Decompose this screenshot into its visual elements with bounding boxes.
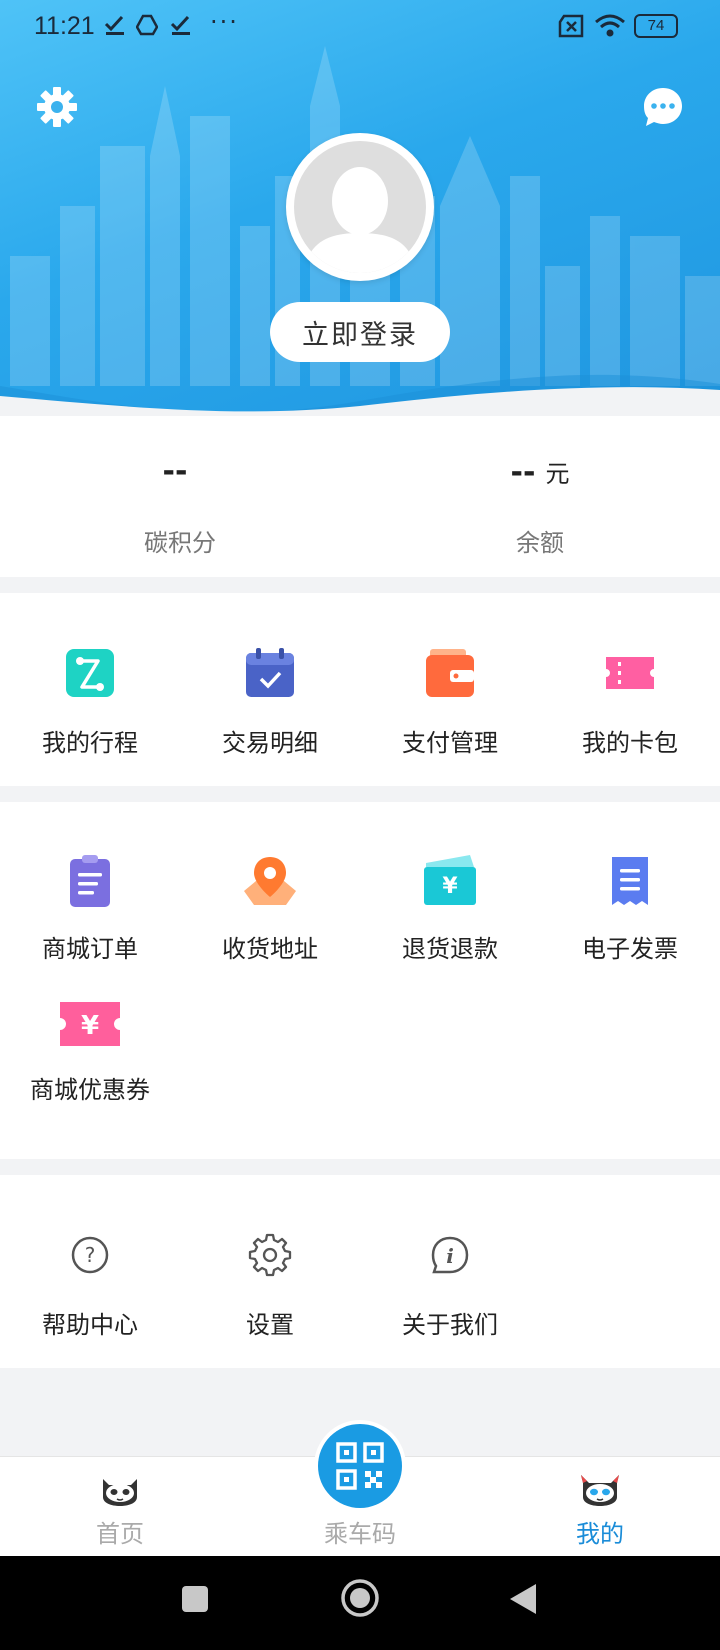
svg-text:¥: ¥ xyxy=(81,1011,99,1041)
drive-icon xyxy=(136,14,158,36)
menu-mall-orders[interactable]: 商城订单 xyxy=(0,802,180,982)
support-section: ? 帮助中心 设置 i 关于我们 xyxy=(0,1175,720,1368)
invoice-icon xyxy=(612,857,648,905)
location-icon xyxy=(244,857,296,905)
menu-about-us[interactable]: i 关于我们 xyxy=(360,1175,540,1368)
home-mascot-icon xyxy=(103,1479,137,1506)
menu-label: 退货退款 xyxy=(402,935,498,963)
nav-mine[interactable]: 我的 xyxy=(480,1457,720,1557)
system-navigation-bar xyxy=(0,1556,720,1650)
sim-off-icon xyxy=(558,14,584,38)
profile-header: 11:21 ··· 74 立即登录 xyxy=(0,0,720,416)
avatar[interactable] xyxy=(286,133,434,281)
settings-gear-icon[interactable] xyxy=(36,86,78,128)
carbon-points-stat[interactable]: -- 碳积分 xyxy=(0,416,360,577)
nav-label: 我的 xyxy=(576,1520,624,1548)
check-download-icon xyxy=(170,15,190,35)
balance-label: 余额 xyxy=(516,529,564,557)
nav-home[interactable]: 首页 xyxy=(0,1457,240,1557)
status-bar: 11:21 ··· 74 xyxy=(0,0,720,56)
qr-code-icon xyxy=(336,1442,384,1490)
home-circle-icon[interactable] xyxy=(340,1578,380,1618)
default-avatar-image xyxy=(294,141,426,273)
info-icon: i xyxy=(431,1236,469,1274)
svg-text:¥: ¥ xyxy=(442,874,458,899)
battery-level: 74 xyxy=(647,17,665,34)
svg-text:i: i xyxy=(446,1244,454,1268)
card-icon xyxy=(606,657,654,689)
battery-indicator: 74 xyxy=(634,14,678,38)
carbon-points-value: -- xyxy=(162,454,188,489)
coupon-icon: ¥ xyxy=(60,1002,120,1046)
profile-mascot-icon xyxy=(581,1475,619,1506)
menu-my-trips[interactable]: 我的行程 xyxy=(0,593,180,786)
message-bubble-icon[interactable] xyxy=(642,86,684,128)
menu-label: 电子发票 xyxy=(582,935,678,963)
nav-label: 乘车码 xyxy=(324,1520,396,1548)
account-stats: -- 碳积分 -- 元 余额 xyxy=(0,416,720,577)
wifi-icon xyxy=(595,14,625,37)
trip-payment-section: 我的行程 交易明细 支付管理 我的卡包 xyxy=(0,593,720,786)
balance-stat[interactable]: -- 元 余额 xyxy=(360,416,720,577)
user-silhouette-icon xyxy=(304,167,416,273)
wallet-icon xyxy=(426,649,474,697)
menu-label: 收货地址 xyxy=(222,935,318,963)
mall-section: 商城订单 收货地址 ¥ 退货退款 电子发票 ¥ 商城优惠券 xyxy=(0,802,720,1159)
status-overflow-dots: ··· xyxy=(210,8,239,36)
menu-my-cards[interactable]: 我的卡包 xyxy=(540,593,720,786)
menu-help-center[interactable]: ? 帮助中心 xyxy=(0,1175,180,1368)
order-icon xyxy=(70,855,110,907)
back-triangle-icon[interactable] xyxy=(508,1582,538,1616)
trip-icon xyxy=(66,649,114,697)
login-button[interactable]: 立即登录 xyxy=(270,302,450,362)
menu-settings[interactable]: 设置 xyxy=(180,1175,360,1368)
menu-label: 我的行程 xyxy=(42,729,138,757)
menu-shipping-address[interactable]: 收货地址 xyxy=(180,802,360,982)
status-time: 11:21 xyxy=(34,12,95,40)
menu-label: 设置 xyxy=(246,1311,294,1339)
balance-value: -- 元 xyxy=(510,455,570,490)
settings-icon xyxy=(248,1233,292,1277)
calendar-icon xyxy=(246,648,294,697)
menu-label: 关于我们 xyxy=(402,1311,498,1339)
menu-transaction-details[interactable]: 交易明细 xyxy=(180,593,360,786)
menu-label: 支付管理 xyxy=(402,729,498,757)
check-download-icon xyxy=(104,15,124,35)
help-icon: ? xyxy=(71,1236,109,1274)
menu-e-invoice[interactable]: 电子发票 xyxy=(540,802,720,982)
menu-mall-coupons[interactable]: ¥ 商城优惠券 xyxy=(0,982,180,1159)
menu-label: 交易明细 xyxy=(222,729,318,757)
menu-returns-refunds[interactable]: ¥ 退货退款 xyxy=(360,802,540,982)
refund-icon: ¥ xyxy=(424,855,476,905)
qr-button-circle xyxy=(318,1424,402,1508)
carbon-points-label: 碳积分 xyxy=(144,529,216,557)
menu-label: 我的卡包 xyxy=(582,729,678,757)
ride-qr-code-button[interactable] xyxy=(314,1420,406,1512)
nav-label: 首页 xyxy=(96,1520,144,1548)
menu-label: 帮助中心 xyxy=(42,1311,138,1339)
svg-text:?: ? xyxy=(85,1243,96,1267)
menu-payment-management[interactable]: 支付管理 xyxy=(360,593,540,786)
menu-label: 商城优惠券 xyxy=(30,1076,150,1104)
recents-square-icon[interactable] xyxy=(180,1584,210,1614)
menu-label: 商城订单 xyxy=(42,935,138,963)
